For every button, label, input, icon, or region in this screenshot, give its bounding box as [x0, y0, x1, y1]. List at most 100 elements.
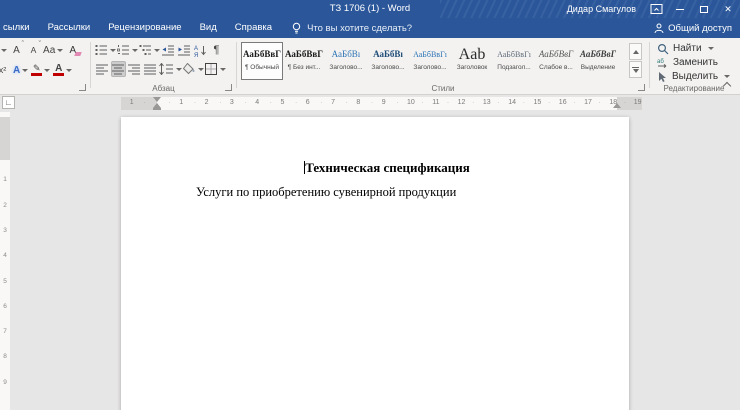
document-heading[interactable]: Техническая спецификация [157, 160, 617, 176]
svg-text:А: А [194, 46, 198, 52]
style-emphasis[interactable]: АаБбВвГ Выделение [577, 42, 619, 80]
tab-review[interactable]: Рецензирование [99, 18, 190, 38]
tab-view[interactable]: Вид [191, 18, 226, 38]
styles-more-button[interactable] [629, 61, 642, 78]
show-hide-pilcrow-button[interactable]: ¶ [209, 42, 224, 58]
sort-button[interactable]: АЯ [193, 42, 208, 58]
ruler-number: 6 [0, 303, 10, 310]
multilevel-list-button[interactable] [139, 42, 160, 58]
ruler-number: · [194, 100, 196, 106]
ribbon-display-options-icon [650, 3, 663, 15]
maximize-button[interactable] [692, 0, 716, 18]
paragraph-group-label: Абзац [92, 84, 235, 93]
numbering-button[interactable] [117, 42, 138, 58]
tab-mailings[interactable]: Рассылки [39, 18, 100, 38]
align-left-button[interactable] [95, 61, 110, 77]
close-button[interactable]: ✕ [716, 0, 740, 18]
clear-formatting-button[interactable]: А [65, 42, 80, 58]
ruler-number: · [346, 100, 348, 106]
align-right-button[interactable] [127, 61, 142, 77]
ruler-number: 9 [382, 99, 386, 106]
ruler-number: · [599, 100, 601, 106]
justify-button[interactable] [143, 61, 158, 77]
style-no-spacing[interactable]: АаБбВвГ ¶ Без инт... [283, 42, 325, 80]
ruler-number: 3 [230, 99, 234, 106]
line-spacing-button[interactable] [159, 61, 182, 77]
select-button[interactable]: Выделить [657, 70, 737, 83]
share-button[interactable]: Общий доступ [654, 18, 732, 38]
font-color-button[interactable]: А [53, 62, 72, 78]
account-user-name[interactable]: Дидар Смагулов [567, 4, 636, 14]
ruler-number: 11 [432, 99, 439, 106]
vertical-ruler[interactable]: 123456789 [0, 112, 10, 410]
style-normal[interactable]: АаБбВвГ ¶ Обычный [241, 42, 283, 80]
ruler-row: ∟ 1·2·3·4·5·6·7·8·9·10·11·12·13·14·15·16… [0, 95, 740, 112]
person-icon [654, 23, 664, 34]
increase-indent-button[interactable] [177, 42, 192, 58]
lightbulb-icon [291, 22, 302, 35]
change-case-button[interactable]: Аа [43, 42, 63, 58]
style-subtitle[interactable]: АаБбВвГı Подзагол... [493, 42, 535, 80]
svg-text:Я: Я [194, 53, 198, 57]
style-subtle-emphasis[interactable]: АаБбВвГ Слабое в... [535, 42, 577, 80]
align-center-button[interactable] [111, 61, 126, 77]
select-arrow-icon [657, 71, 668, 83]
ruler-number: 2 [0, 202, 10, 209]
shading-button[interactable] [183, 61, 204, 77]
ruler-number: · [320, 100, 322, 106]
tell-me-placeholder: Что вы хотите сделать? [307, 23, 412, 34]
font-dialog-launcher[interactable] [79, 84, 86, 91]
shrink-font-button[interactable]: Аˇ [26, 42, 41, 58]
ruler-number: 9 [0, 379, 10, 386]
styles-gallery: АаБбВвГ ¶ Обычный АаБбВвГ ¶ Без инт... А… [241, 42, 619, 80]
document-workspace: 123456789 Техническая спецификация Услуг… [0, 112, 740, 410]
highlight-color-button[interactable]: ✎ [31, 62, 50, 78]
tab-help[interactable]: Справка [226, 18, 281, 38]
style-heading2[interactable]: АаБбВı Заголово... [367, 42, 409, 80]
borders-button[interactable] [205, 61, 226, 77]
ruler-number: · [219, 100, 221, 106]
ruler-number: 17 [584, 99, 592, 106]
styles-dialog-launcher[interactable] [638, 84, 645, 91]
ruler-number: 8 [356, 99, 360, 106]
group-divider [236, 42, 237, 88]
bullets-button[interactable] [95, 42, 116, 58]
ruler-number: 10 [407, 99, 415, 106]
horizontal-ruler[interactable]: 1·2·3·4·5·6·7·8·9·10·11·12·13·14·15·16·1… [121, 97, 642, 110]
ruler-number: 5 [0, 278, 10, 285]
svg-text:аб: аб [657, 59, 664, 65]
tell-me-search[interactable]: Что вы хотите сделать? [291, 22, 412, 35]
document-paragraph[interactable]: Услуги по приобретению сувенирной продук… [157, 185, 617, 200]
font-color-swatch [53, 73, 64, 76]
text-effects-button[interactable]: А [13, 62, 28, 78]
group-divider [90, 42, 91, 88]
style-heading3[interactable]: АаБбВвГı Заголово... [409, 42, 451, 80]
find-button[interactable]: Найти [657, 42, 737, 55]
style-heading1[interactable]: АаБбВı Заголово... [325, 42, 367, 80]
right-indent-marker[interactable] [613, 103, 621, 108]
minimize-button[interactable] [668, 0, 692, 18]
decrease-indent-button[interactable] [161, 42, 176, 58]
ruler-number: 3 [0, 227, 10, 234]
styles-group-label: Стили [238, 84, 648, 93]
replace-button[interactable]: аб Заменить [657, 56, 737, 69]
document-page[interactable]: Техническая спецификация Услуги по приоб… [121, 117, 629, 410]
tab-references[interactable]: сылки [0, 18, 39, 38]
maximize-icon [700, 6, 708, 13]
ruler-number: · [498, 100, 500, 106]
left-indent-marker[interactable] [153, 108, 161, 110]
styles-scroll-up-button[interactable] [629, 43, 642, 60]
ruler-number: 7 [331, 99, 335, 106]
ruler-number: 2 [205, 99, 209, 106]
tab-stop-selector[interactable]: ∟ [2, 96, 15, 109]
highlight-color-swatch [31, 73, 42, 76]
ruler-number: 12 [458, 99, 466, 106]
paragraph-dialog-launcher[interactable] [225, 84, 232, 91]
ribbon-display-options-button[interactable] [644, 0, 668, 18]
first-line-indent-marker[interactable] [153, 97, 161, 102]
font-size-dropdown-partial[interactable] [1, 49, 7, 52]
style-title[interactable]: Aab Заголовок [451, 42, 493, 80]
superscript-button-partial[interactable]: х² [0, 62, 10, 78]
share-label: Общий доступ [668, 23, 732, 34]
grow-font-button[interactable]: Аˆ [9, 42, 24, 58]
